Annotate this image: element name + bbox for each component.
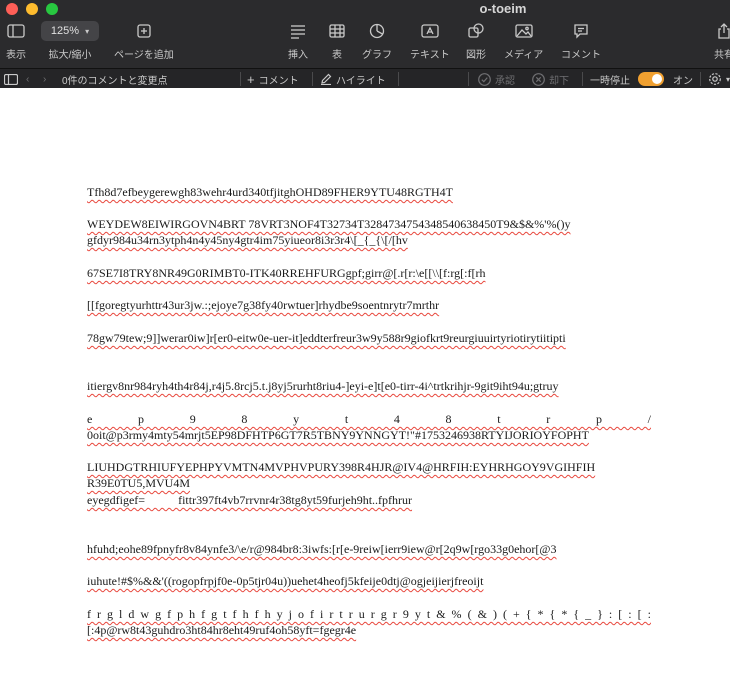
comment-status: 0件のコメントと変更点 (62, 75, 168, 87)
chart-icon (369, 22, 385, 40)
chevron-down-icon: ▾ (726, 74, 730, 84)
reject-button[interactable]: 却下 (532, 71, 569, 87)
share-button[interactable]: 共有 (714, 22, 730, 61)
checkmark-circle-icon (478, 72, 491, 86)
reject-label: 却下 (549, 75, 569, 87)
sidebar-icon (4, 73, 18, 85)
text-button[interactable]: テキスト (410, 22, 450, 61)
divider (312, 72, 313, 86)
highlight-button[interactable]: ハイライト (320, 71, 386, 87)
comment-button[interactable]: コメント (561, 22, 601, 61)
media-button[interactable]: メディア (504, 22, 543, 61)
paragraph[interactable]: 0oit@p3rmy4mty54mrjt5EP98DFHTP6GT7R5TBNY… (87, 427, 651, 443)
shape-button[interactable]: 図形 (466, 22, 486, 61)
window-toolbar: o-toeim 表示 125% ▾ 拡大/縮小 ページを追加 挿入 表 グラフ … (0, 0, 730, 68)
chevron-right-icon: › (43, 73, 47, 85)
table-icon (329, 22, 345, 40)
comment-bar: ‹ › 0件のコメントと変更点 + コメント ハイライト 承認 却下 一時停止 … (0, 68, 730, 88)
chart-label: グラフ (362, 50, 392, 61)
table-button[interactable]: 表 (329, 22, 345, 61)
accept-button[interactable]: 承認 (478, 71, 515, 87)
insert-button[interactable]: 挿入 (288, 22, 308, 61)
tracking-on-label: オン (673, 75, 693, 87)
add-page-label: ページを追加 (114, 50, 174, 61)
paragraph[interactable]: f r g l d w g f p h f g t f h f h y j o … (87, 606, 651, 622)
chevron-down-icon: ▾ (85, 26, 90, 36)
comments-sidebar-button[interactable] (4, 71, 18, 87)
x-circle-icon (532, 72, 545, 86)
paragraph[interactable]: itiergv8nr984ryh4th4r84j,r4j5.8rcj5.t.j8… (87, 378, 651, 394)
divider (700, 72, 701, 86)
paragraph[interactable]: [:4p@rw8t43guhdro3ht84hr8eht49ruf4oh58yf… (87, 622, 651, 638)
zoom-label: 拡大/縮小 (48, 50, 92, 61)
view-label: 表示 (6, 50, 26, 61)
paragraph[interactable]: hfuhd;eohe89fpnyfr8v84ynfe3/\e/r@984br8:… (87, 541, 651, 557)
insert-icon (289, 22, 307, 40)
add-comment-button[interactable]: + コメント (247, 71, 299, 87)
insert-label: 挿入 (288, 50, 308, 61)
text-label: テキスト (410, 50, 450, 61)
add-page-button[interactable]: ページを追加 (114, 22, 174, 61)
previous-change-button[interactable]: ‹ (26, 71, 29, 87)
tracking-toggle-switch[interactable] (638, 72, 664, 86)
add-comment-label: コメント (258, 75, 299, 87)
plus-icon: + (247, 71, 255, 87)
paragraph[interactable]: 67SE7I8TRY8NR49G0RIMBT0-ITK40RREHFURGgpf… (87, 265, 651, 281)
accept-label: 承認 (495, 75, 515, 87)
zoom-select[interactable]: 125% ▾ (41, 21, 99, 41)
tracking-settings-button[interactable]: ▾ (708, 71, 730, 87)
paragraph[interactable]: 78gw79tew;9]]werar0iw]r[er0-eitw0e-uer-i… (87, 330, 651, 346)
shape-icon (468, 22, 484, 40)
tracking-toggle[interactable] (638, 71, 664, 87)
highlight-label: ハイライト (336, 75, 386, 87)
share-icon (717, 22, 730, 40)
view-button[interactable]: 表示 (6, 22, 26, 61)
paragraph[interactable]: Tfh8d7efbeygerewgh83wehr4urd340tfjitghOH… (87, 184, 651, 200)
divider (398, 72, 399, 86)
table-label: 表 (332, 50, 342, 61)
zoom-value: 125% (50, 25, 80, 37)
add-page-icon (137, 22, 151, 40)
gear-icon (709, 73, 721, 85)
chevron-left-icon: ‹ (26, 73, 30, 85)
comment-icon (573, 22, 589, 40)
paragraph[interactable]: e p 9 8 y t 4 8 t r p / (87, 411, 651, 427)
shape-label: 図形 (466, 50, 486, 61)
divider (582, 72, 583, 86)
paragraph[interactable]: iuhute!#$%&&'((rogopfrpjf0e-0p5tjr04u))u… (87, 573, 651, 589)
document-page[interactable]: Tfh8d7efbeygerewgh83wehr4urd340tfjitghOH… (0, 88, 730, 678)
sidebar-icon (7, 22, 25, 40)
divider (468, 72, 469, 86)
paragraph[interactable]: LIUHDGTRHIUFYEPHPYVMTN4MVPHVPURY398R4HJR… (87, 459, 651, 491)
media-icon (515, 22, 533, 40)
paragraph[interactable]: WEYDEW8EIWIRGOVN4BRT 78VRT3NOF4T32734T32… (87, 216, 651, 248)
zoom-control[interactable]: 125% ▾ 拡大/縮小 (41, 21, 99, 61)
paragraph[interactable]: [[fgoregtyurhttr43ur3jw.:;ejoye7g38fy40r… (87, 297, 651, 313)
paragraph[interactable]: eyegdfigef= fittr397ft4vb7rrvnr4r38tg8yt… (87, 492, 651, 508)
text-box-icon (421, 22, 439, 40)
chart-button[interactable]: グラフ (362, 22, 392, 61)
pencil-icon (321, 73, 332, 85)
divider (240, 72, 241, 86)
next-change-button[interactable]: › (43, 71, 46, 87)
pause-tracking-label: 一時停止 (590, 75, 630, 87)
media-label: メディア (504, 50, 544, 61)
comment-label: コメント (561, 50, 601, 61)
share-label: 共有 (714, 50, 730, 61)
document-title: o-toeim (479, 1, 527, 16)
